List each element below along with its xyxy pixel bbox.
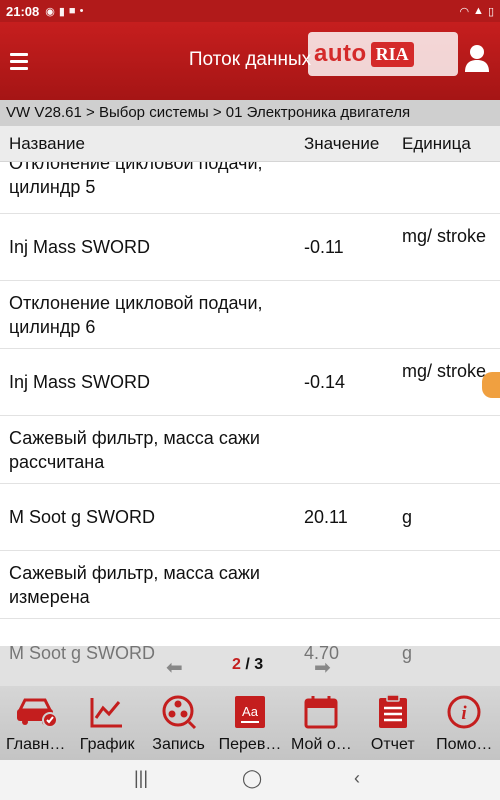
- whatsapp-icon: ◉: [45, 5, 55, 18]
- home-circle-icon[interactable]: ◯: [242, 768, 262, 789]
- translate-icon: Aa: [234, 696, 265, 728]
- column-header-unit: Единица: [402, 133, 471, 153]
- recent-apps-icon[interactable]: |||: [134, 768, 148, 789]
- user-icon[interactable]: [464, 44, 490, 72]
- row-name: Отклонение цикловой подачи, цилиндр 6: [9, 293, 263, 337]
- battery-icon: ▯: [487, 5, 494, 18]
- back-chevron-icon[interactable]: ‹: [354, 768, 360, 789]
- help-button[interactable]: i Помо…: [429, 686, 500, 760]
- row-unit: mg/ stroke: [402, 361, 487, 381]
- calendar-icon: [304, 696, 338, 729]
- report-label: Отчет: [370, 736, 415, 753]
- record-label: Запись: [152, 736, 205, 753]
- row-unit: mg/ stroke: [402, 226, 487, 246]
- next-page-arrow-icon[interactable]: ➡: [314, 655, 331, 680]
- status-time: 21:08: [6, 3, 40, 19]
- car-icon: [16, 698, 58, 728]
- svg-text:Aa: Aa: [242, 704, 259, 719]
- table-row[interactable]: M Soot g SWORD 20.11 g: [0, 484, 500, 551]
- table-row[interactable]: Сажевый фильтр, масса сажи рассчитана: [0, 416, 500, 484]
- wifi-icon: ◠: [459, 5, 470, 18]
- logo-badge: RIA: [370, 41, 414, 67]
- record-button[interactable]: Запись: [143, 686, 214, 760]
- row-value: -0.11: [304, 237, 344, 257]
- current-page: 2: [232, 656, 241, 673]
- graph-label: График: [79, 736, 135, 753]
- column-header-name: Название: [9, 133, 85, 153]
- prev-page-arrow-icon[interactable]: ⬅: [166, 655, 183, 680]
- column-header-value: Значение: [304, 133, 380, 153]
- translate-button[interactable]: Aa Перев…: [214, 686, 285, 760]
- page-indicator: 2 / 3: [232, 656, 263, 674]
- row-name: Сажевый фильтр, масса сажи измерена: [9, 563, 260, 607]
- row-name: Отклонение цикловой подачи, цилиндр 5: [9, 162, 263, 197]
- info-icon: i: [447, 695, 481, 729]
- floating-tool-button[interactable]: [482, 372, 500, 398]
- svg-text:i: i: [462, 703, 468, 724]
- report-icon: [378, 694, 407, 728]
- app-bar: Поток данных auto RIA: [0, 22, 500, 100]
- bottom-toolbar: Главн… График Запись Aa Перев… Мой о… От…: [0, 686, 500, 760]
- pager: ⬅ 2 / 3 ➡: [0, 646, 500, 686]
- system-nav-bar: ||| ◯ ‹: [0, 760, 500, 800]
- my-reports-label: Мой о…: [291, 736, 352, 753]
- table-row[interactable]: Отклонение цикловой подачи, цилиндр 5: [0, 162, 500, 214]
- total-pages: 3: [254, 656, 264, 673]
- table-header: Название Значение Единица: [0, 126, 500, 162]
- graph-button[interactable]: График: [71, 686, 142, 760]
- signal-icon: ▲: [473, 5, 484, 17]
- translate-label: Перев…: [218, 736, 282, 753]
- home-button[interactable]: Главн…: [0, 686, 71, 760]
- table-row[interactable]: Inj Mass SWORD -0.14 mg/ stroke: [0, 349, 500, 416]
- page-separator: /: [240, 656, 255, 673]
- table-row[interactable]: Inj Mass SWORD -0.11 mg/ stroke: [0, 214, 500, 281]
- dot-icon: •: [79, 5, 84, 17]
- help-label: Помо…: [436, 736, 493, 753]
- table-row[interactable]: Отклонение цикловой подачи, цилиндр 6: [0, 281, 500, 349]
- report-button[interactable]: Отчет: [357, 686, 428, 760]
- breadcrumb: VW V28.61 > Выбор системы > 01 Электрони…: [0, 100, 500, 126]
- table-row[interactable]: Сажевый фильтр, масса сажи измерена: [0, 551, 500, 619]
- logo-text: auto: [314, 40, 367, 67]
- row-name: Inj Mass SWORD: [9, 372, 151, 392]
- status-bar: 21:08 ◉ ▮ ■ • ◠ ▲ ▯: [0, 0, 500, 22]
- row-name: Inj Mass SWORD: [9, 237, 151, 257]
- film-reel-icon: [162, 695, 196, 730]
- video-icon: ■: [68, 5, 76, 17]
- my-reports-button[interactable]: Мой о…: [286, 686, 357, 760]
- row-name: Сажевый фильтр, масса сажи рассчитана: [9, 428, 260, 472]
- data-table[interactable]: Отклонение цикловой подачи, цилиндр 5 In…: [0, 162, 500, 686]
- graph-icon: [90, 698, 123, 728]
- row-name: M Soot g SWORD: [9, 507, 156, 527]
- row-unit: g: [402, 507, 413, 527]
- watermark-logo: auto RIA: [308, 32, 458, 76]
- row-value: 20.11: [304, 507, 348, 527]
- home-label: Главн…: [6, 736, 66, 753]
- sim-icon: ▮: [58, 5, 65, 18]
- row-value: -0.14: [304, 372, 346, 392]
